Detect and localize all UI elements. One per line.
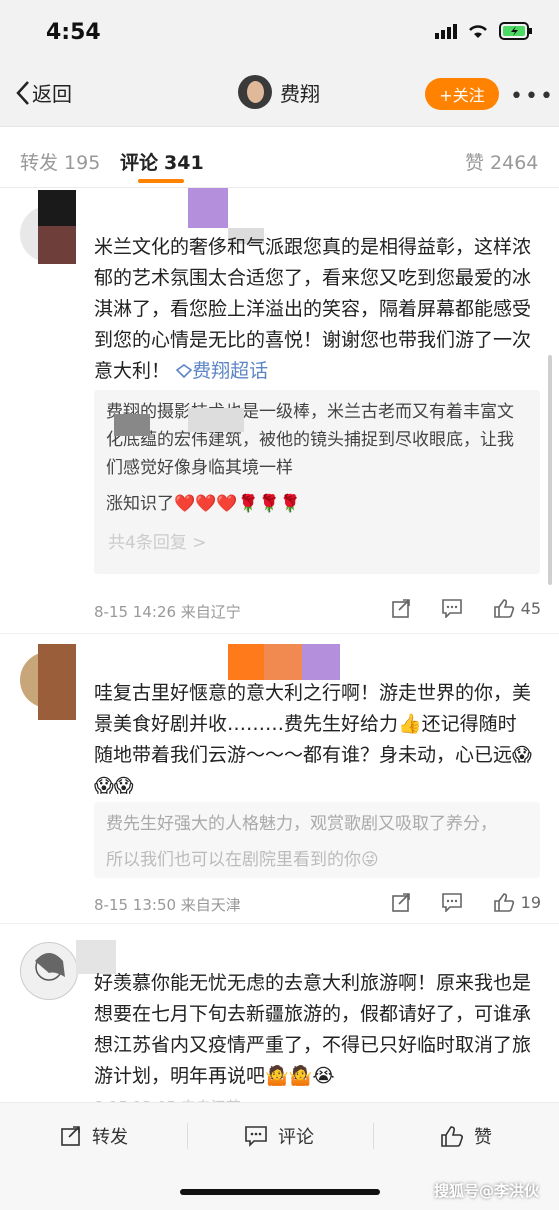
comment-icon[interactable] [441,598,463,618]
more-replies-link[interactable]: 共4条回复 > [94,526,540,563]
mosaic-block [114,414,150,436]
mosaic-block [38,644,76,720]
share-icon[interactable] [391,892,411,912]
watermark: 搜狐号@李洪伙 [434,1182,540,1200]
repost-icon [61,1126,80,1146]
diamond-icon [175,364,193,379]
username: 费翔 [280,81,320,106]
like-button[interactable]: 45 [493,598,541,618]
comment-icon [245,1126,267,1147]
more-icon[interactable]: ••• [510,84,555,109]
reply-text: 费先生好强大的人格魅力，观赏歌剧又吸取了养分， [106,814,497,834]
like-count: 45 [520,598,541,618]
topic-link[interactable]: 费翔超话 [175,360,268,382]
reply-text: 所以我们也可以在剧院里看到的你😜 [106,850,379,870]
battery-icon [499,22,532,40]
thumbs-up-icon [493,599,514,618]
comment-button[interactable]: 评论 [244,1123,314,1149]
scrollbar[interactable] [548,355,552,585]
status-bar: 4:54 [0,0,559,62]
share-icon[interactable] [391,598,411,618]
mosaic-block [228,644,264,680]
mosaic-block [302,644,340,680]
mosaic-block [38,226,76,264]
reply-preview[interactable]: 费翔的摄影技术也是一级棒，米兰古老而又有着丰富文化底蕴的宏伟建筑，被他的镜头捕捉… [94,390,540,574]
comment-item: 米兰文化的奢侈和气派跟您真的是相得益彰，这样浓郁的艺术氛围太合适您了，看来您又吃… [0,188,559,633]
tab-likes[interactable]: 赞 2464 [465,148,538,175]
wifi-icon [469,25,487,38]
mosaic-block [264,644,302,680]
comment-meta: 8-15 13:50 来自天津 [94,896,241,914]
mosaic-block [188,408,244,432]
profile-header[interactable]: 费翔 [238,75,320,109]
tab-repost[interactable]: 转发 195 [20,148,100,175]
reply-text: 费翔的摄影技术也是一级棒，米兰古老而又有着丰富文化底蕴的宏伟建筑，被他的镜头捕捉… [106,402,514,478]
reply-preview[interactable]: 费先生好强大的人格魅力，观赏歌剧又吸取了养分， 所以我们也可以在剧院里看到的你😜 [94,802,540,878]
like-button[interactable]: 赞 [440,1123,492,1149]
like-button[interactable]: 19 [493,892,541,912]
comment-item: 好羡慕你能无忧无虑的去意大利旅游啊！原来我也是想要在七月下旬去新疆旅游的，假都请… [0,923,559,1116]
comment-item: 哇复古里好惬意的意大利之行啊！游走世界的你，美景美食好剧并收………费先生好给力👍… [0,633,559,924]
avatar[interactable] [20,942,78,1000]
chevron-left-icon [16,80,29,105]
repost-button[interactable]: 转发 [60,1123,128,1149]
nav-bar: 返回 费翔 +关注 ••• [0,62,559,127]
back-button[interactable]: 返回 [14,78,72,107]
comment-meta: 8-15 14:26 来自辽宁 [94,603,241,621]
comment-text: 哇复古里好惬意的意大利之行啊！游走世界的你，美景美食好剧并收………费先生好给力👍… [94,682,532,797]
status-time: 4:54 [46,20,101,45]
comment-text: 米兰文化的奢侈和气派跟您真的是相得益彰，这样浓郁的艺术氛围太合适您了，看来您又吃… [94,236,532,382]
avatar[interactable] [238,75,272,109]
comment-icon[interactable] [441,892,463,912]
comment-text: 好羡慕你能无忧无虑的去意大利旅游啊！原来我也是想要在七月下旬去新疆旅游的，假都请… [94,972,532,1087]
mosaic-block [38,190,76,226]
signal-icon [435,24,457,39]
back-label: 返回 [32,82,72,106]
tab-indicator [138,179,184,183]
follow-button[interactable]: +关注 [425,78,499,110]
sketch-portrait-icon [35,953,65,981]
like-count: 19 [520,892,541,912]
tab-bar: 转发 195 评论 341 赞 2464 [0,127,559,188]
reply-text: 涨知识了❤️❤️❤️🌹🌹🌹 [106,494,302,514]
mosaic-block [188,188,228,228]
tab-comments[interactable]: 评论 341 [120,148,204,175]
thumbs-up-icon [441,1126,464,1147]
home-indicator[interactable] [180,1189,380,1195]
thumbs-up-icon [493,893,514,912]
